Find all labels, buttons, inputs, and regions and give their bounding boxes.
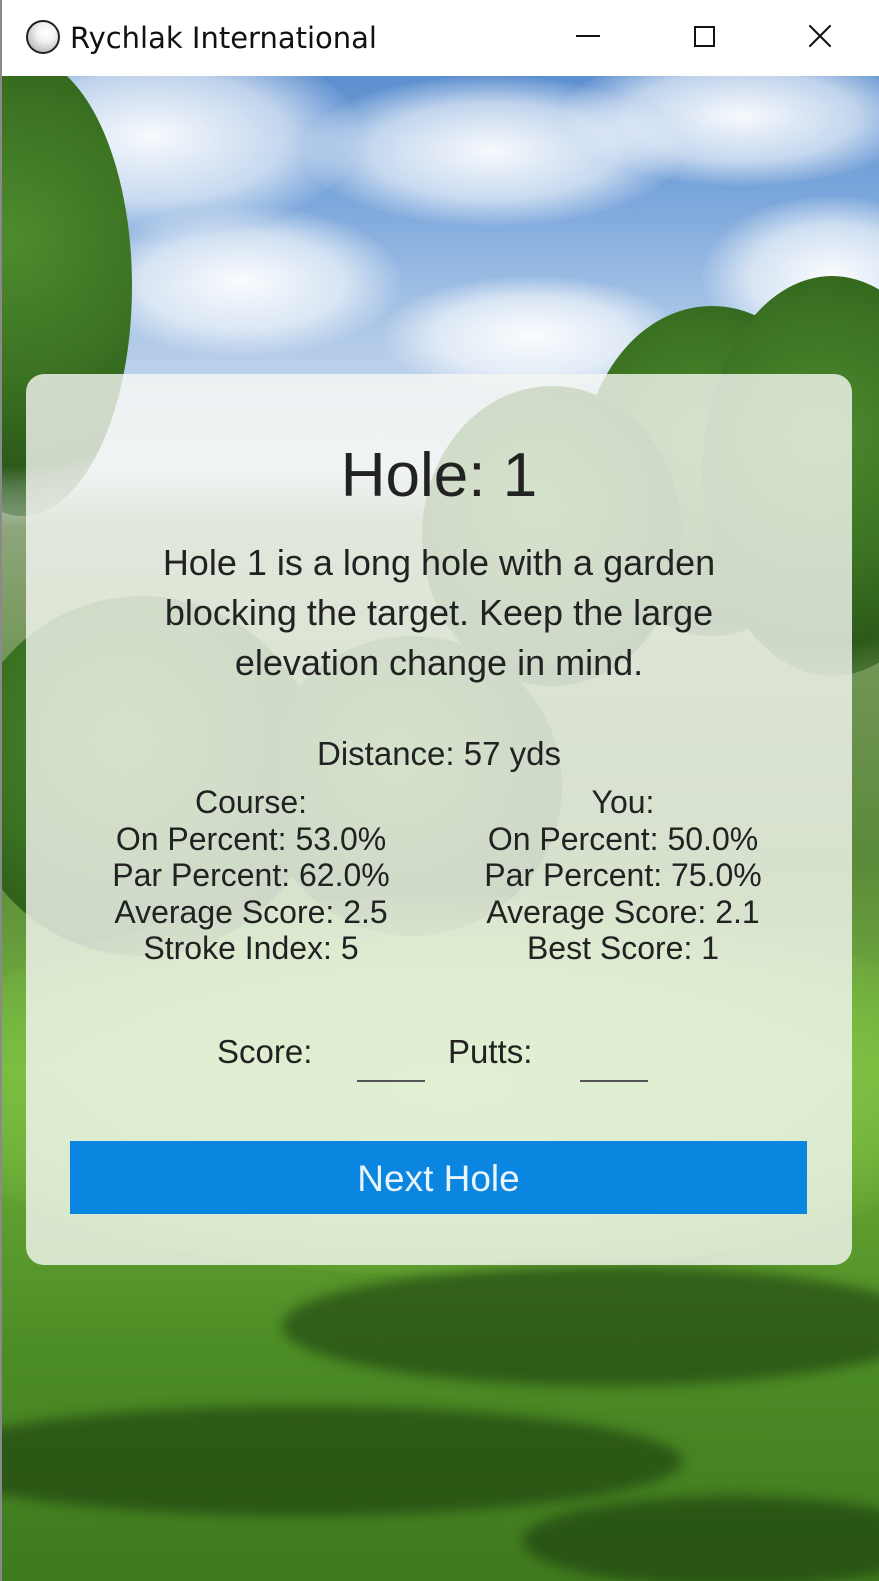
course-heading: Course: xyxy=(194,784,308,820)
you-heading: You: xyxy=(591,784,655,820)
course-par-percent: Par Percent: 62.0% xyxy=(112,857,390,893)
hole-description: Hole 1 is a long hole with a garden bloc… xyxy=(162,542,716,683)
score-input[interactable] xyxy=(357,1042,425,1082)
maximize-button[interactable] xyxy=(646,0,762,72)
course-stroke-index: Stroke Index: 5 xyxy=(143,930,359,966)
hole-card: Hole: 1 Hole 1 is a long hole with a gar… xyxy=(26,374,852,1265)
you-par-percent: Par Percent: 75.0% xyxy=(484,857,762,893)
score-entry-row: Score: Putts: xyxy=(26,1032,852,1086)
app-window: Rychlak International Hole: 1 Hole 1 is … xyxy=(0,0,879,1581)
maximize-icon xyxy=(693,25,715,47)
tree-shadow xyxy=(2,1406,682,1516)
title-bar[interactable]: Rychlak International xyxy=(2,0,879,76)
golf-ball-icon xyxy=(26,20,60,54)
window-title: Rychlak International xyxy=(70,21,377,55)
tree-shadow xyxy=(522,1496,879,1581)
minimize-icon xyxy=(576,35,600,37)
course-average-score: Average Score: 2.5 xyxy=(114,893,388,930)
you-on-percent: On Percent: 50.0% xyxy=(487,820,759,857)
minimize-button[interactable] xyxy=(530,0,646,72)
next-hole-button[interactable]: Next Hole xyxy=(70,1141,807,1214)
hole-distance: Distance: 57 yds xyxy=(317,735,561,772)
you-stats: You: On Percent: 50.0% Par Percent: 75.0… xyxy=(443,784,803,967)
tree-shadow xyxy=(282,1266,879,1386)
you-average-score: Average Score: 2.1 xyxy=(486,893,760,930)
close-icon xyxy=(808,24,832,48)
course-on-percent: On Percent: 53.0% xyxy=(115,820,387,857)
putts-label: Putts: xyxy=(448,1033,533,1070)
hole-title: Hole: 1 xyxy=(340,441,538,510)
you-best-score: Best Score: 1 xyxy=(526,930,720,966)
putts-input[interactable] xyxy=(580,1042,648,1082)
score-label: Score: xyxy=(217,1033,313,1070)
course-stats: Course: On Percent: 53.0% Par Percent: 6… xyxy=(71,784,431,967)
close-button[interactable] xyxy=(762,0,878,72)
